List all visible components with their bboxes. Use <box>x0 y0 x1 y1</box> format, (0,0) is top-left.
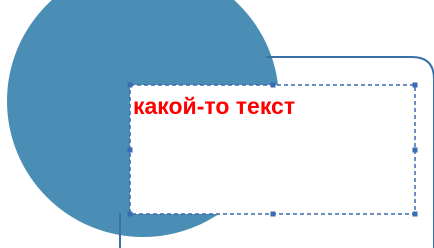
text-box-content[interactable]: какой-то текст <box>133 92 295 120</box>
handle-bottom-left[interactable] <box>127 211 133 217</box>
handle-top-left[interactable] <box>127 82 133 88</box>
handle-middle-left[interactable] <box>127 147 133 153</box>
handle-top-middle[interactable] <box>270 82 276 88</box>
handle-top-right[interactable] <box>412 82 418 88</box>
handle-middle-right[interactable] <box>412 147 418 153</box>
handle-bottom-middle[interactable] <box>270 211 276 217</box>
drawing-canvas <box>7 0 434 248</box>
handle-bottom-right[interactable] <box>412 211 418 217</box>
